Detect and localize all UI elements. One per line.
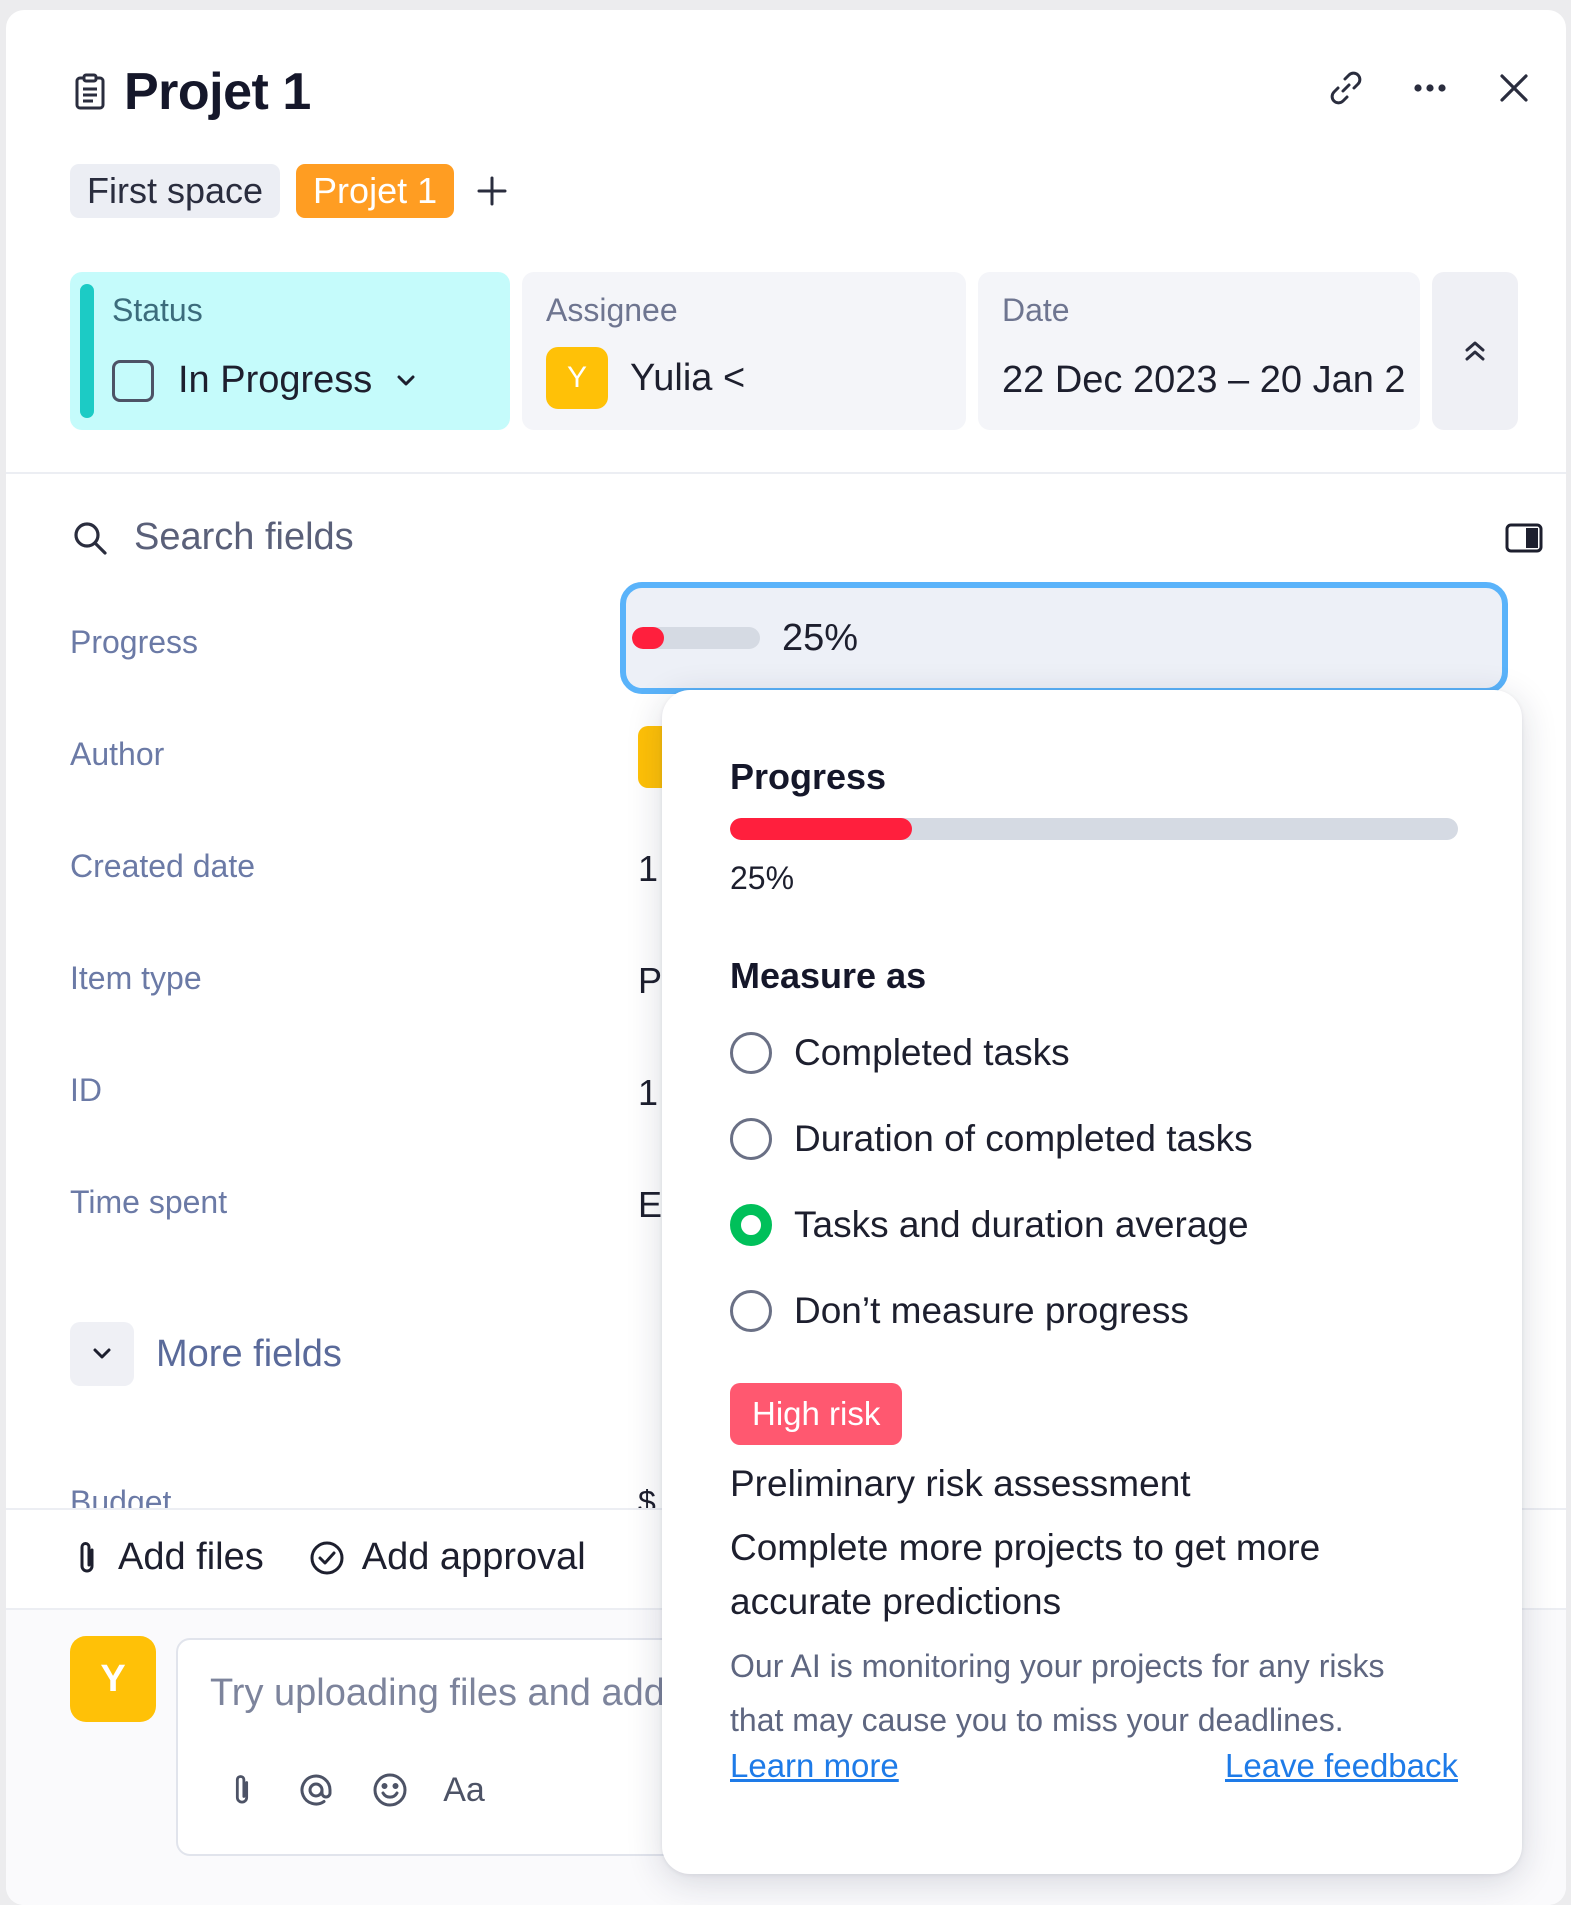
- radio-button[interactable]: [730, 1118, 772, 1160]
- more-fields-toggle[interactable]: More fields: [70, 1322, 342, 1386]
- document-icon: [75, 73, 105, 110]
- text-format-icon[interactable]: Aa: [443, 1770, 485, 1810]
- chevrons-up-icon: [1465, 341, 1485, 361]
- risk-description-line: Our AI is monitoring your projects for a…: [730, 1648, 1385, 1684]
- progress-label: Progress: [70, 624, 199, 660]
- date-value: 22 Dec 2023 – 20 Jan 2: [1002, 359, 1406, 401]
- risk-title: Preliminary risk assessment: [730, 1463, 1191, 1504]
- risk-description: Our AI is monitoring your projects for a…: [730, 1639, 1458, 1747]
- popover-title: Progress: [730, 756, 887, 797]
- created-date-label: Created date: [70, 848, 256, 884]
- option-tasks-duration-average[interactable]: Tasks and duration average: [730, 1203, 1458, 1247]
- add-tag-button[interactable]: [470, 169, 514, 213]
- date-card[interactable]: Date 22 Dec 2023 – 20 Jan 2: [978, 272, 1420, 430]
- avatar: Y: [70, 1636, 156, 1722]
- status-label: Status: [112, 292, 203, 328]
- leave-feedback-link[interactable]: Leave feedback: [1225, 1747, 1458, 1785]
- task-detail-panel: Projet 1 First space Projet 1 Status In …: [6, 10, 1566, 1905]
- progress-value: 25%: [782, 616, 859, 659]
- status-checkbox[interactable]: [112, 359, 154, 402]
- id-label: ID: [70, 1072, 102, 1108]
- time-spent-label: Time spent: [70, 1184, 228, 1220]
- avatar: Y: [546, 347, 608, 409]
- page-title[interactable]: Projet 1: [124, 62, 311, 122]
- radio-button-checked[interactable]: [730, 1204, 772, 1246]
- more-icon[interactable]: [1408, 66, 1452, 110]
- measure-options: Completed tasks Duration of completed ta…: [730, 1031, 1458, 1333]
- option-label: Duration of completed tasks: [794, 1118, 1253, 1159]
- status-value[interactable]: In Progress: [112, 359, 510, 402]
- assignee-name: Yulia <: [630, 356, 746, 399]
- budget-label: Budget: [70, 1484, 172, 1508]
- search-input[interactable]: Search fields: [134, 516, 354, 559]
- close-icon[interactable]: [1492, 66, 1536, 110]
- status-color-bar: [80, 284, 94, 418]
- learn-more-link[interactable]: Learn more: [730, 1747, 899, 1785]
- progress-bar: [632, 627, 760, 649]
- option-label: Tasks and duration average: [794, 1204, 1249, 1245]
- status-text: In Progress: [178, 359, 373, 401]
- author-label: Author: [70, 736, 165, 772]
- popover-progress-bar: [730, 818, 1458, 840]
- radio-button[interactable]: [730, 1032, 772, 1074]
- status-card[interactable]: Status In Progress: [70, 272, 510, 430]
- option-label: Don’t measure progress: [794, 1290, 1189, 1331]
- assignee-card[interactable]: Assignee Y Yulia <: [522, 272, 966, 430]
- id-value: 1: [638, 1072, 659, 1113]
- popover-progress-fill: [730, 818, 912, 840]
- item-type-label: Item type: [70, 960, 202, 996]
- link-icon[interactable]: [1324, 66, 1368, 110]
- progress-field[interactable]: 25%: [620, 582, 1508, 694]
- assignee-value[interactable]: Y Yulia <: [546, 347, 966, 409]
- composer-toolbar: Aa: [222, 1770, 485, 1810]
- risk-message: Complete more projects to get more accur…: [730, 1527, 1321, 1622]
- option-label: Completed tasks: [794, 1032, 1070, 1073]
- created-date-value[interactable]: 1: [638, 848, 658, 890]
- title-row: Projet 1: [70, 62, 311, 122]
- mention-icon[interactable]: [296, 1770, 336, 1810]
- project-tag[interactable]: Projet 1: [296, 164, 455, 218]
- option-completed-tasks[interactable]: Completed tasks: [730, 1031, 1458, 1075]
- popover-links: Learn more Leave feedback: [730, 1747, 1458, 1785]
- risk-description-line: that may cause you to miss your deadline…: [730, 1702, 1344, 1738]
- measure-as-heading: Measure as: [730, 955, 927, 996]
- time-spent-value[interactable]: E: [638, 1184, 662, 1226]
- key-fields: Status In Progress Assignee Y Yulia < Da…: [70, 272, 1518, 430]
- plus-icon: [477, 176, 507, 206]
- add-files-label: Add files: [118, 1536, 264, 1578]
- emoji-icon[interactable]: [370, 1770, 410, 1810]
- chevron-down-icon: [397, 375, 415, 385]
- popover-progress-value: 25%: [730, 860, 795, 896]
- add-approval-button[interactable]: Add approval: [308, 1536, 586, 1579]
- more-fields-label: More fields: [156, 1332, 342, 1375]
- side-panel-icon[interactable]: [1504, 518, 1544, 558]
- risk-badge: High risk: [730, 1383, 903, 1445]
- comment-input[interactable]: Try uploading files and add: [210, 1672, 665, 1715]
- item-type-value[interactable]: P: [638, 960, 662, 1002]
- search-icon: [74, 521, 107, 555]
- paperclip-icon[interactable]: [222, 1770, 262, 1810]
- progress-bar-fill: [632, 627, 664, 649]
- chevron-down-icon: [93, 1348, 111, 1359]
- more-fields-button[interactable]: [70, 1322, 134, 1386]
- breadcrumb-tags: First space Projet 1: [70, 164, 514, 218]
- radio-button[interactable]: [730, 1290, 772, 1332]
- budget-value[interactable]: $: [638, 1482, 656, 1508]
- space-tag[interactable]: First space: [70, 164, 281, 218]
- option-dont-measure[interactable]: Don’t measure progress: [730, 1289, 1458, 1333]
- progress-popover: Progress 25% Measure as Completed tasks …: [662, 690, 1522, 1874]
- divider: [6, 472, 1566, 474]
- check-circle-icon: [310, 1541, 344, 1574]
- attachment-actions: Add files Add approval: [72, 1536, 586, 1579]
- add-approval-label: Add approval: [361, 1536, 586, 1578]
- progress-popover-content: Progress 25% Measure as Completed tasks …: [730, 756, 1458, 1785]
- paperclip-icon: [80, 1541, 94, 1572]
- collapse-button[interactable]: [1432, 272, 1518, 430]
- header-actions: [1324, 66, 1536, 110]
- option-duration-completed[interactable]: Duration of completed tasks: [730, 1117, 1458, 1161]
- search-fields[interactable]: Search fields: [70, 516, 354, 559]
- date-label: Date: [1002, 292, 1070, 328]
- add-files-button[interactable]: Add files: [72, 1536, 264, 1579]
- assignee-label: Assignee: [546, 292, 678, 328]
